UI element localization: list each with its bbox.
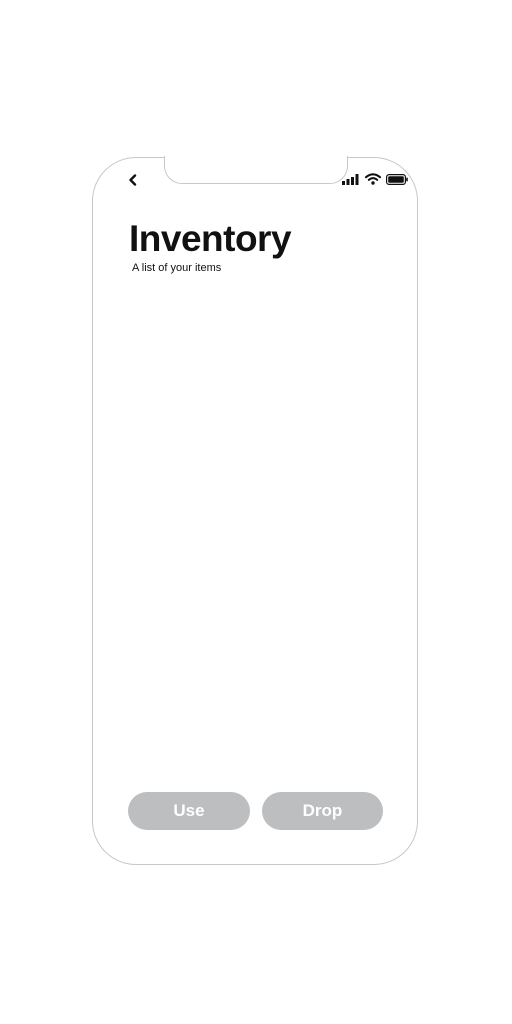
wifi-icon [365, 173, 381, 185]
page-subtitle: A list of your items [132, 262, 222, 274]
battery-icon [386, 173, 408, 185]
back-button[interactable] [125, 172, 141, 188]
action-bar: Use Drop [128, 792, 383, 830]
status-bar-icons [342, 173, 408, 185]
page-title: Inventory [129, 218, 292, 259]
use-button[interactable]: Use [128, 792, 250, 830]
drop-button[interactable]: Drop [262, 792, 383, 830]
phone-frame: Inventory A list of your items Use Drop [92, 155, 418, 865]
chevron-left-icon [129, 174, 137, 186]
signal-bars-icon [342, 173, 359, 185]
stage: Inventory A list of your items Use Drop [0, 0, 512, 1024]
